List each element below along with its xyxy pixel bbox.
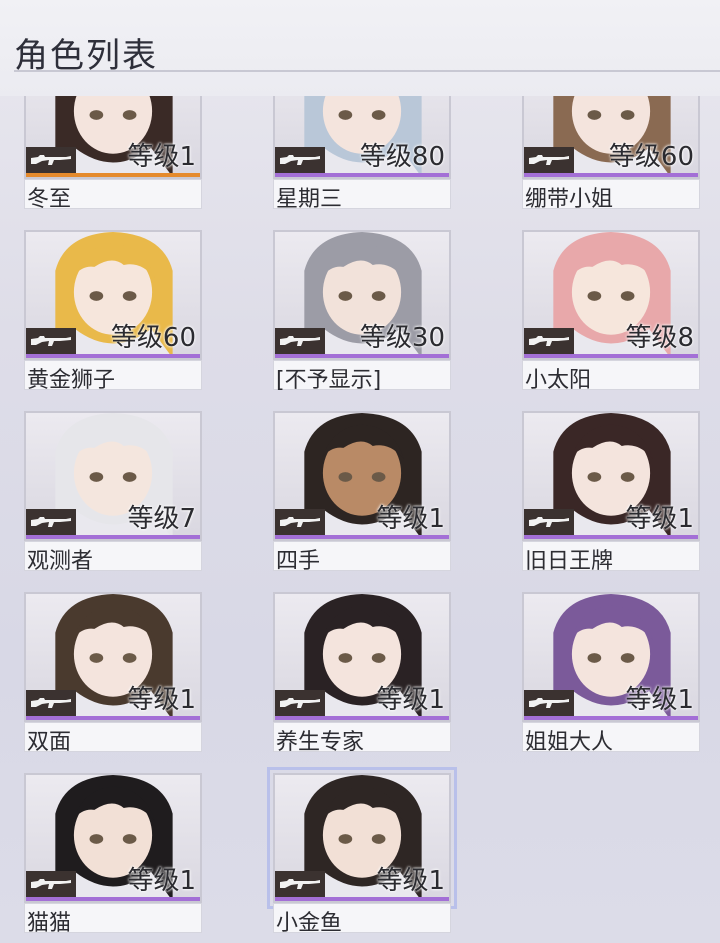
character-card[interactable]: 等级60 黄金狮子 (24, 230, 202, 393)
portrait-frame[interactable]: 等级7 (24, 411, 202, 541)
character-name: 黄金狮子 (27, 368, 116, 393)
weapon-type-badge (275, 690, 325, 716)
name-bar: 小太阳 (522, 360, 700, 393)
character-card[interactable]: 等级1 双面 (24, 592, 202, 755)
character-name: [不予显示] (276, 368, 382, 393)
page-header: 角色列表 (0, 0, 720, 96)
weapon-type-badge (26, 328, 76, 354)
name-bar: 黄金狮子 (24, 360, 202, 393)
portrait-frame[interactable]: 等级1 (24, 592, 202, 722)
character-level: 等级1 (127, 685, 196, 715)
rarity-stripe (275, 173, 449, 177)
character-level: 等级1 (376, 866, 445, 896)
portrait-frame[interactable]: 等级1 (273, 592, 451, 722)
character-name: 绷带小姐 (525, 187, 614, 212)
portrait-frame[interactable]: 等级1 (273, 411, 451, 541)
rarity-stripe (275, 716, 449, 720)
name-bar: 小金鱼 (273, 903, 451, 936)
name-bar: 猫猫 (24, 903, 202, 936)
name-bar: 养生专家 (273, 722, 451, 755)
character-level: 等级7 (127, 504, 196, 534)
rarity-stripe (26, 535, 200, 539)
character-level: 等级30 (359, 323, 445, 353)
rarity-stripe (26, 716, 200, 720)
character-level: 等级80 (359, 142, 445, 172)
character-name: 姐姐大人 (525, 730, 614, 755)
character-name: 星期三 (276, 187, 343, 212)
weapon-type-badge (524, 147, 574, 173)
character-card[interactable]: 等级1 小金鱼 (267, 767, 457, 936)
character-grid: 等级1 冬至 等级80 星期三 等级60 绷带小姐 等级60 黄金狮子 等级30 [不予显示] 等级… (0, 0, 720, 943)
portrait-frame[interactable]: 等级1 (24, 773, 202, 903)
weapon-type-badge (275, 509, 325, 535)
rarity-stripe (26, 354, 200, 358)
weapon-type-badge (275, 871, 325, 897)
rarity-stripe (275, 535, 449, 539)
character-level: 等级1 (376, 685, 445, 715)
header-divider (14, 70, 720, 72)
character-name: 养生专家 (276, 730, 365, 755)
name-bar: 四手 (273, 541, 451, 574)
weapon-type-badge (26, 509, 76, 535)
weapon-type-badge (524, 509, 574, 535)
character-level: 等级1 (376, 504, 445, 534)
portrait-frame[interactable]: 等级1 (522, 411, 700, 541)
portrait-frame[interactable]: 等级1 (267, 767, 457, 909)
character-level: 等级60 (608, 142, 694, 172)
character-name: 小金鱼 (276, 911, 343, 936)
rarity-stripe (275, 354, 449, 358)
name-bar: 双面 (24, 722, 202, 755)
character-card[interactable]: 等级1 旧日王牌 (522, 411, 700, 574)
weapon-type-badge (26, 871, 76, 897)
rarity-stripe (524, 173, 698, 177)
character-name: 双面 (27, 730, 72, 755)
character-name: 观测者 (27, 549, 94, 574)
character-card[interactable]: 等级1 养生专家 (273, 592, 451, 755)
character-card[interactable]: 等级1 姐姐大人 (522, 592, 700, 755)
character-name: 猫猫 (27, 911, 72, 936)
rarity-stripe (26, 897, 200, 901)
name-bar: 绷带小姐 (522, 179, 700, 212)
rarity-stripe (524, 716, 698, 720)
portrait-frame[interactable]: 等级8 (522, 230, 700, 360)
name-bar: 星期三 (273, 179, 451, 212)
character-card[interactable]: 等级7 观测者 (24, 411, 202, 574)
character-card[interactable]: 等级30 [不予显示] (273, 230, 451, 393)
character-card[interactable]: 等级8 小太阳 (522, 230, 700, 393)
character-name: 旧日王牌 (525, 549, 614, 574)
character-card[interactable]: 等级1 猫猫 (24, 773, 202, 936)
rarity-stripe (275, 897, 449, 901)
character-card[interactable]: 等级1 四手 (273, 411, 451, 574)
character-level: 等级1 (127, 142, 196, 172)
name-bar: 观测者 (24, 541, 202, 574)
character-level: 等级60 (110, 323, 196, 353)
weapon-type-badge (524, 690, 574, 716)
weapon-type-badge (524, 328, 574, 354)
weapon-type-badge (275, 328, 325, 354)
weapon-type-badge (26, 147, 76, 173)
portrait-frame[interactable]: 等级1 (522, 592, 700, 722)
weapon-type-badge (26, 690, 76, 716)
character-name: 小太阳 (525, 368, 592, 393)
name-bar: 旧日王牌 (522, 541, 700, 574)
rarity-stripe (524, 535, 698, 539)
character-name: 冬至 (27, 187, 72, 212)
name-bar: 冬至 (24, 179, 202, 212)
weapon-type-badge (275, 147, 325, 173)
character-level: 等级8 (625, 323, 694, 353)
portrait-frame[interactable]: 等级60 (24, 230, 202, 360)
character-level: 等级1 (625, 685, 694, 715)
rarity-stripe (524, 354, 698, 358)
rarity-stripe (26, 173, 200, 177)
name-bar: [不予显示] (273, 360, 451, 393)
character-name: 四手 (276, 549, 321, 574)
character-level: 等级1 (625, 504, 694, 534)
name-bar: 姐姐大人 (522, 722, 700, 755)
portrait-frame[interactable]: 等级30 (273, 230, 451, 360)
character-level: 等级1 (127, 866, 196, 896)
